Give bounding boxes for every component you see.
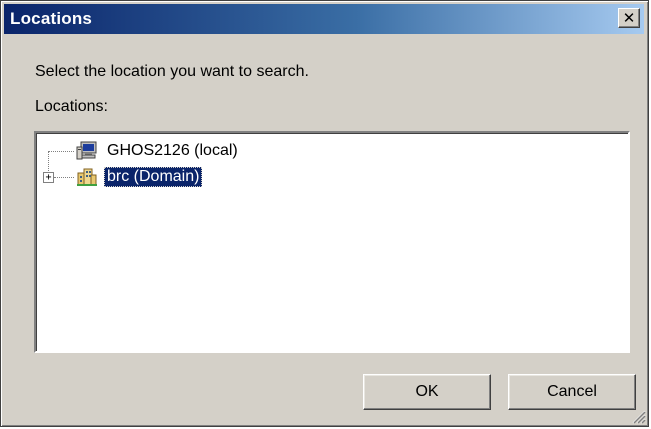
locations-label: Locations: <box>35 98 108 115</box>
locations-dialog: Locations ✕ Select the location you want… <box>0 0 649 427</box>
close-button[interactable]: ✕ <box>618 8 640 28</box>
title-bar[interactable]: Locations ✕ <box>4 4 644 34</box>
expand-toggle[interactable]: + <box>43 172 54 183</box>
close-icon: ✕ <box>622 8 636 27</box>
tree-item-label: GHOS2126 (local) <box>107 142 238 159</box>
domain-icon <box>77 168 97 186</box>
tree-item-domain[interactable]: brc (Domain) <box>76 166 203 188</box>
tree-connector-line <box>48 151 74 152</box>
window-title: Locations <box>10 9 93 28</box>
tree-item-label: brc (Domain) <box>104 167 203 187</box>
locations-tree[interactable]: GHOS2126 (local) + brc (Domain) <box>34 131 630 353</box>
tree-item-local-computer[interactable]: GHOS2126 (local) <box>76 140 241 162</box>
instruction-text: Select the location you want to search. <box>35 63 309 80</box>
tree-connector-line <box>54 177 74 178</box>
ok-button[interactable]: OK <box>363 374 491 410</box>
cancel-button[interactable]: Cancel <box>508 374 636 410</box>
resize-grip-icon[interactable] <box>630 408 646 424</box>
computer-icon <box>76 141 97 160</box>
